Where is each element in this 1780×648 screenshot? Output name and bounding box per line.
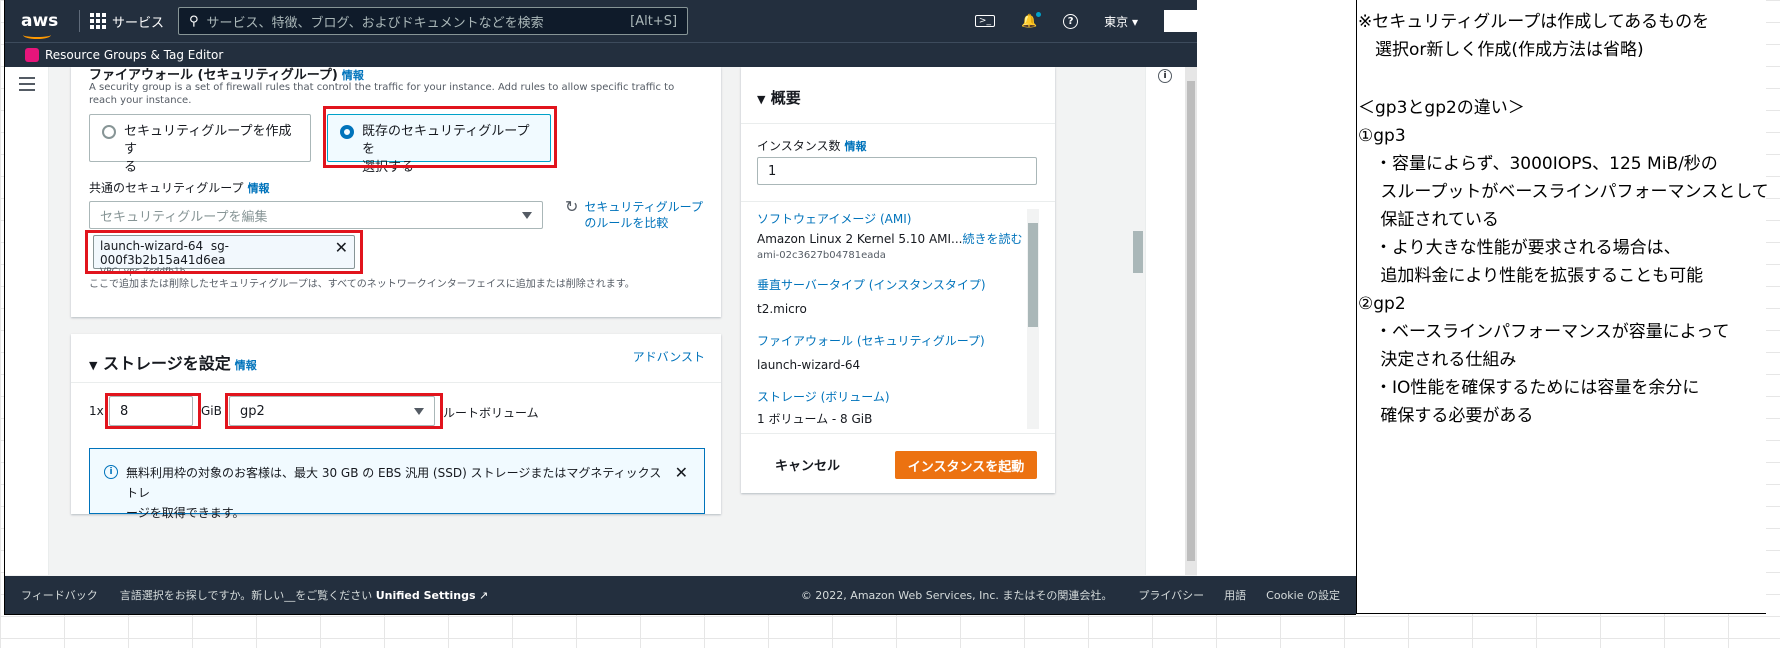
privacy-link[interactable]: プライバシー [1138,587,1204,603]
summary-panel: ▼ 概要 インスタンス数 情報 1 ソフトウェアイメージ (AMI) Amazon… [741,67,1055,493]
instances-info-link[interactable]: 情報 [845,140,867,153]
free-tier-alert: i 無料利用枠の対象のお客様は、最大 30 GB の EBS 汎用 (SSD) … [89,448,705,520]
dismiss-icon[interactable]: ✕ [675,463,688,483]
cancel-button[interactable]: キャンセル [775,455,840,474]
radio-icon [102,125,116,139]
aws-logo[interactable]: aws [21,11,69,39]
security-group-token: launch-wizard-64 sg-000f3b2b15a41d6ea VP… [93,235,355,277]
caret-down-icon [414,407,424,415]
storage-link[interactable]: ストレージ (ボリューム) [757,387,1019,407]
storage-info-link[interactable]: 情報 [235,359,257,372]
ami-link[interactable]: ソフトウェアイメージ (AMI) [757,209,1019,229]
summary-scrollbar[interactable] [1027,209,1039,429]
summary-details: ソフトウェアイメージ (AMI) Amazon Linux 2 Kernel 5… [757,209,1023,429]
collapse-icon[interactable]: ▼ [89,359,97,372]
advanced-link[interactable]: アドバンスト [633,348,705,365]
info-panel-icon[interactable]: i [1158,69,1172,83]
existing-sg-option[interactable]: 既存のセキュリティグループを 選択する [327,114,551,175]
search-icon: ⚲ [189,13,199,29]
sidebar [5,67,49,575]
cloudshell-icon[interactable]: >_ [974,15,995,27]
feedback-link[interactable]: フィードバック [21,587,98,603]
firewall-description: A security group is a set of firewall ru… [89,82,675,106]
cookie-settings-link[interactable]: Cookie の設定 [1266,587,1340,603]
volume-type-select[interactable]: gp2 [229,396,435,426]
side-panel: i [1145,67,1185,575]
caret-down-icon [522,211,532,219]
outer-scrollbar[interactable] [1185,67,1197,575]
radio-selected-icon [340,125,354,139]
read-more-link[interactable]: 続きを読む [963,232,1023,246]
help-icon[interactable]: ? [1063,13,1079,29]
remove-icon[interactable]: ✕ [335,238,348,257]
terms-link[interactable]: 用語 [1224,587,1246,603]
compare-rules-link[interactable]: ↻ セキュリティグループ のルールを比較 [565,199,703,231]
info-icon: i [104,465,118,479]
search-input[interactable]: ⚲ サービス、特徴、ブログ、およびドキュメントなどを検索 [Alt+S] [178,7,689,35]
region-selector[interactable]: 東京 ▾ [1104,13,1138,30]
security-group-select[interactable]: セキュリティグループを編集 [89,201,543,229]
services-menu[interactable]: サービス [90,12,164,31]
annotation-notes: ※セキュリティグループは作成してあるものを 選択or新しく作成(作成方法は省略)… [1358,12,1769,426]
storage-size-input[interactable]: 8 [109,396,193,426]
common-sg-label: 共通のセキュリティグループ [89,181,244,195]
sg-note: ここで追加または削除したセキュリティグループは、すべてのネットワークインターフェ… [89,279,635,290]
menu-icon[interactable] [19,77,35,95]
bell-icon[interactable]: 🔔 [1021,11,1042,29]
collapse-icon[interactable]: ▼ [757,93,765,106]
refresh-icon: ↻ [565,197,579,216]
storage-title: ストレージを設定 [103,354,231,373]
resource-groups-icon [25,48,39,62]
firewall-link[interactable]: ファイアウォール (セキュリティグループ) [757,331,1019,351]
create-sg-option[interactable]: セキュリティグループを作成する [89,114,311,175]
footer: フィードバック 言語選択をお探しですか。新しい__をご覧ください Unified… [5,576,1356,614]
aws-console-screenshot: aws サービス ⚲ サービス、特徴、ブログ、およびドキュメントなどを検索 [A… [4,0,1356,614]
grid-icon [90,13,106,29]
firewall-panel: ファイアウォール (セキュリティグループ) 情報 A security group… [71,67,721,317]
launch-instance-button[interactable]: インスタンスを起動 [895,451,1037,479]
common-sg-info-link[interactable]: 情報 [248,182,270,195]
page-scrollbar[interactable] [1131,67,1145,575]
unified-settings-link[interactable]: Unified Settings [376,589,476,602]
instance-count-input[interactable]: 1 [757,157,1037,185]
resource-groups-link[interactable]: Resource Groups & Tag Editor [45,48,223,62]
instance-type-link[interactable]: 垂直サーバータイプ (インスタンスタイプ) [757,275,1019,295]
top-navigation: aws サービス ⚲ サービス、特徴、ブログ、およびドキュメントなどを検索 [A… [5,0,1356,42]
external-link-icon: ↗ [479,589,489,602]
storage-panel: ▼ ストレージを設定 情報 アドバンスト 1x 8 GiB gp2 ルートボリュー… [71,334,721,520]
